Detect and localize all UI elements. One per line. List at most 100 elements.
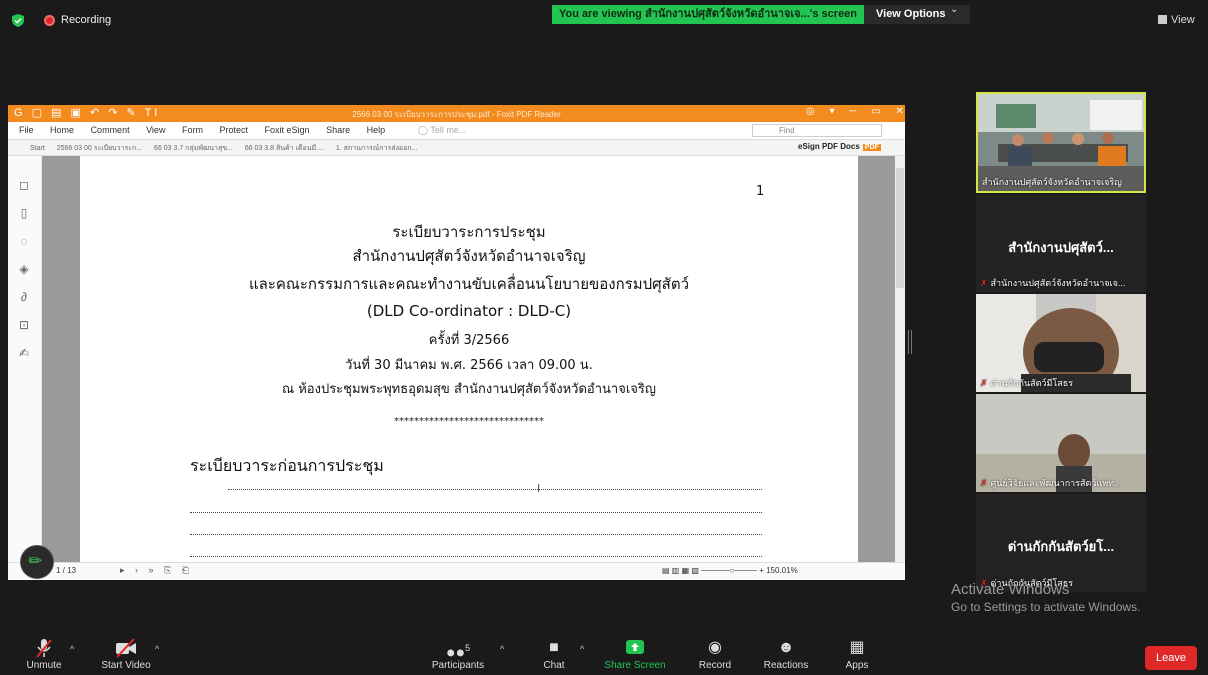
signature-icon[interactable]: ✍ (17, 346, 31, 360)
comment-icon[interactable]: ◌ (17, 234, 31, 248)
layers-icon[interactable]: ◈ (17, 262, 31, 276)
apps-label: Apps (845, 660, 869, 671)
menu-help[interactable]: Help (367, 125, 386, 135)
chat-button[interactable]: ■ Chat (538, 638, 570, 671)
share-screen-button[interactable]: Share Screen (602, 638, 668, 671)
view-mode-icons[interactable]: ▤ ▥ ▦ ▧ ─────○──── + (662, 566, 766, 575)
menu-foxit-esign[interactable]: Foxit eSign (265, 125, 310, 135)
menu-share[interactable]: Share (326, 125, 350, 135)
share-screen-icon (602, 638, 668, 660)
doc-separator: ****************************** (394, 416, 544, 427)
doc-venue-line: ณ ห้องประชุมพระพุทธอุดมสุข สำนักงานปศุสั… (282, 382, 656, 397)
chat-label: Chat (543, 660, 565, 671)
apps-icon: ▦ (849, 639, 865, 656)
security-icon[interactable]: ⊡ (17, 318, 31, 332)
participant-tile[interactable]: สำนักงานปศุสัตว์... ✗ สำนักงานปศุสัตว์จัง… (976, 195, 1146, 292)
zoom-controls[interactable]: ▤ ▥ ▦ ▧ ─────○──── + 150.01% (662, 566, 798, 575)
audio-options-caret[interactable]: ^ (70, 644, 74, 654)
participant-tile[interactable]: ✗ ศูนย์วิจัยและพัฒนาการสัตว์แพท... (976, 394, 1146, 492)
chat-options-caret[interactable]: ^ (580, 644, 584, 654)
pages-icon[interactable]: ▯ (17, 206, 31, 220)
unmute-button[interactable]: Unmute (22, 638, 66, 671)
tell-me-search[interactable]: ◯ Tell me... (418, 125, 466, 136)
activate-windows-subtitle: Go to Settings to activate Windows. (951, 600, 1141, 614)
doc-title-line2: สำนักงานปศุสัตว์จังหวัดอำนาจเจริญ (352, 247, 586, 265)
apps-button[interactable]: ▦ Apps (840, 638, 874, 671)
find-input[interactable]: Find (752, 124, 882, 137)
menu-file[interactable]: File (19, 125, 34, 135)
participants-options-caret[interactable]: ^ (500, 644, 504, 654)
participant-tile[interactable]: ✗ ด่านกักกันสัตว์มีโสธร (976, 294, 1146, 392)
muted-mic-icon (22, 638, 66, 660)
participants-button[interactable]: ●●5 Participants (426, 638, 490, 671)
page-indicator[interactable]: 1 / 13 (56, 566, 76, 575)
unmute-label: Unmute (26, 660, 62, 671)
chat-icon: ■ (549, 639, 559, 656)
menu-form[interactable]: Form (182, 125, 203, 135)
participant-name-text: ด่านกักกันสัตว์มีโสธร (990, 378, 1074, 388)
menu-items: File Home Comment View Form Protect Foxi… (12, 125, 392, 135)
menu-view[interactable]: View (146, 125, 165, 135)
dotted-line (190, 512, 762, 513)
zoom-meeting-window: Recording You are viewing สำนักงานปศุสัต… (0, 0, 1208, 675)
doc-title-line4: (DLD Co-ordinator : DLD-C) (366, 302, 572, 320)
panel-resize-handle[interactable] (908, 330, 912, 354)
start-video-button[interactable]: Start Video (96, 638, 156, 671)
shared-screen-foxit-window: G ▢ ▤ ▣ ↶ ↷ ✎ TI 2566 03 00 ระเบียบวาระก… (8, 105, 905, 580)
lightbulb-icon: ◯ (418, 125, 431, 135)
reactions-button[interactable]: ☻ Reactions (760, 638, 812, 671)
tab-row: Start 2566 03 00 ระเบียบวาระก... 66 03 3… (30, 143, 427, 154)
recording-icon[interactable] (44, 15, 55, 26)
chevron-down-icon[interactable]: ⌄ (950, 4, 958, 15)
participant-name: ✗ สำนักงานปศุสัตว์จังหวัดอำนาจเจ... (980, 276, 1125, 290)
menu-home[interactable]: Home (50, 125, 74, 135)
participants-count: 5 (465, 643, 471, 653)
view-button[interactable]: View (1158, 14, 1195, 26)
attachment-icon[interactable]: ∂ (17, 290, 31, 304)
esign-label: eSign PDF Docs (798, 142, 860, 151)
leave-button[interactable]: Leave (1145, 646, 1197, 670)
scrollbar-thumb[interactable] (896, 168, 904, 288)
recording-label: Recording (61, 14, 112, 26)
participants-icon: ●●5 (445, 643, 471, 662)
muted-mic-icon: ✗ (980, 478, 988, 488)
page-navigation[interactable]: ▸ › » ⎘ ⎗ (120, 565, 193, 576)
tab-agenda[interactable]: 2566 03 00 ระเบียบวาระก... (57, 145, 142, 152)
video-options-caret[interactable]: ^ (155, 644, 159, 654)
dotted-line (190, 534, 762, 535)
text-cursor-icon: I (537, 482, 541, 495)
annotate-pencil-button[interactable]: ✎ (20, 545, 54, 579)
menu-protect[interactable]: Protect (219, 125, 248, 135)
participant-display-title: สำนักงานปศุสัตว์... (1008, 240, 1114, 255)
tab-export[interactable]: 1. สถานการณ์การส่งออก... (336, 145, 418, 152)
window-title: 2566 03 00 ระเบียบวาระการประชุม.pdf - Fo… (352, 110, 561, 119)
record-button[interactable]: ◉ Record (694, 638, 736, 671)
video-off-icon (96, 638, 156, 660)
participant-display-title: ด่านกักกันสัตว์ยโ... (1007, 539, 1115, 554)
dotted-line (190, 556, 762, 557)
doc-date-line: วันที่ 30 มีนาคม พ.ศ. 2566 เวลา 09.00 น. (345, 358, 593, 373)
security-shield-icon[interactable] (12, 14, 24, 27)
record-label: Record (698, 660, 732, 671)
tab-3-7[interactable]: 66 03 3.7 กลุ่มพัฒนาสุข... (154, 145, 233, 152)
tab-3-8[interactable]: 66 03 3.8 สินค้า เดือนมี.... (245, 145, 324, 152)
bookmark-icon[interactable]: ◻ (17, 178, 31, 192)
participant-name: ✗ ด่านกักกันสัตว์มีโสธร (980, 376, 1073, 390)
menu-comment[interactable]: Comment (91, 125, 130, 135)
participants-label: Participants (431, 660, 485, 671)
grid-view-icon (1158, 15, 1167, 24)
doc-title-line5: ครั้งที่ 3/2566 (428, 333, 510, 348)
participant-tile-active-speaker[interactable]: สำนักงานปศุสัตว์จังหวัดอำนาจเจริญ (976, 92, 1146, 193)
foxit-left-panel: ◻ ▯ ◌ ◈ ∂ ⊡ ✍ (8, 156, 42, 562)
top-bar: Recording You are viewing สำนักงานปศุสัต… (0, 0, 1208, 40)
tab-start[interactable]: Start (30, 145, 45, 152)
page-number: 1 (756, 184, 765, 199)
participant-tile[interactable]: ด่านกักกันสัตว์ยโ... ✗ ด่านกักกันสัตว์มีโ… (976, 494, 1146, 592)
view-label: View (1171, 14, 1195, 26)
doc-title-line1: ระเบียบวาระการประชุม (392, 223, 546, 241)
reactions-icon: ☻ (777, 639, 795, 656)
viewing-screen-banner: You are viewing สำนักงานปศุสัตว์จังหวัดอ… (552, 5, 864, 24)
esign-pdf-docs-button[interactable]: eSign PDF Docs PDF (798, 142, 881, 151)
tell-me-label: Tell me... (430, 125, 467, 135)
participant-name-text: ศูนย์วิจัยและพัฒนาการสัตว์แพท... (990, 478, 1122, 488)
